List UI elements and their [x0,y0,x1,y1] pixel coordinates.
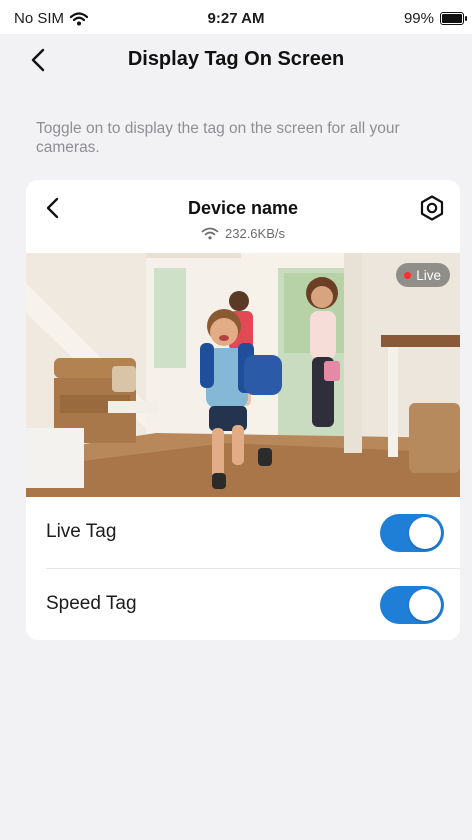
status-bar: No SIM 9:27 AM 99% [0,0,472,34]
battery-icon [440,12,467,25]
device-name: Device name [187,198,299,218]
status-time: 9:27 AM [207,10,265,27]
wifi-signal-icon [201,227,219,240]
speed-value: 232.6KB/s [225,226,285,241]
live-badge-label: Live [416,267,441,283]
live-tag-toggle[interactable] [380,514,444,552]
live-badge: Live [396,263,450,287]
speed-tag-label: Speed Tag [46,593,137,614]
speed-tag-row: Speed Tag [26,569,460,640]
camera-scene-image [26,253,460,497]
live-tag-label: Live Tag [46,521,117,542]
battery-percent: 99% [403,10,434,27]
status-right: 99% [403,10,467,27]
toggle-knob [409,589,441,621]
camera-preview-card: Device name 232.6KB/s Live Live Tag Spee… [26,180,460,640]
toggle-knob [409,517,441,549]
battery-level-fill [442,14,462,23]
live-tag-row: Live Tag [26,497,460,569]
connection-speed: 232.6KB/s [26,226,460,241]
live-dot-icon [404,271,412,279]
camera-video-feed[interactable]: Live [26,253,460,497]
settings-hexagon-icon[interactable] [418,194,446,222]
navigation-bar: Display Tag On Screen [0,34,472,86]
speed-tag-toggle[interactable] [380,586,444,624]
hint-text: Toggle on to display the tag on the scre… [36,120,400,156]
page-title: Display Tag On Screen [127,48,345,70]
